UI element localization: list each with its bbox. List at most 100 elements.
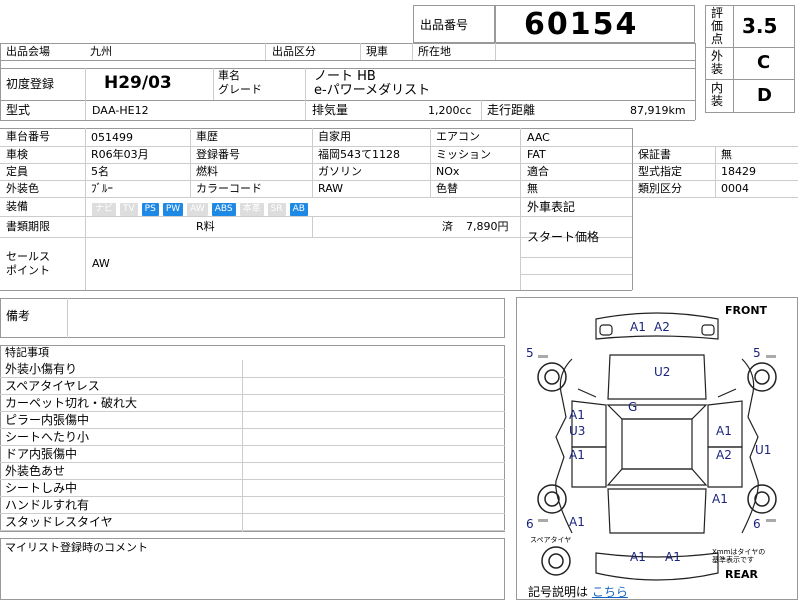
color-value: ﾌﾞﾙｰ: [91, 182, 113, 195]
venue-label: 出品会場: [6, 45, 50, 58]
fuel-value: ガソリン: [318, 165, 362, 178]
capacity-value: 5名: [91, 165, 109, 178]
r-fee-status: 済: [442, 220, 453, 233]
interior-value: D: [757, 85, 772, 106]
front-label: FRONT: [725, 304, 768, 317]
equipment-badge: PW: [162, 203, 184, 216]
ann-front-1: A1: [630, 320, 646, 334]
ann-roof: G: [628, 400, 638, 414]
type-designation-label: 型式指定: [638, 165, 682, 178]
special-item: 外装色あせ: [5, 464, 66, 478]
remarks-label: 備考: [6, 309, 31, 323]
foreign-label: 外車表記: [527, 200, 576, 214]
score-value: 3.5: [742, 14, 778, 38]
ann-tire-rl: 6: [526, 517, 534, 531]
mileage-value: 87,919km: [630, 104, 686, 117]
ann-right-side: U1: [755, 443, 772, 457]
ann-rr-door: A2: [716, 448, 732, 462]
warranty-value: 無: [721, 148, 732, 161]
class-label: 類別区分: [638, 182, 682, 195]
plate-value: 福岡543て1128: [318, 148, 400, 161]
equipment-label: 装備: [6, 200, 28, 213]
color-code-label: カラーコード: [196, 182, 262, 195]
reg-value: H29/03: [104, 73, 172, 93]
legend-link[interactable]: こちら: [592, 585, 628, 599]
r-fee-value: 7,890円: [466, 220, 509, 233]
start-price-label: スタート価格: [527, 230, 600, 244]
equipment-badge: SR: [267, 203, 286, 216]
history-label: 車歴: [196, 130, 218, 143]
special-item: ドア内張傷中: [5, 447, 78, 461]
special-item: カーペット切れ・破れ大: [5, 396, 138, 410]
special-item: スタッドレスタイヤ: [5, 515, 113, 529]
equipment-badge: PS: [141, 203, 159, 216]
sales-point-value: AW: [92, 257, 110, 270]
ann-rear-2: A1: [665, 550, 681, 564]
equipment-badge: ABS: [211, 203, 236, 216]
type-designation-value: 18429: [721, 165, 756, 178]
spare-tire-label: スペアタイヤ: [530, 536, 572, 544]
nox-label: NOx: [436, 165, 460, 178]
fuel-label: 燃料: [196, 165, 218, 178]
special-item: シートしみ中: [5, 481, 78, 495]
legend-text: 記号説明は こちら: [528, 585, 628, 599]
color-label: 外装色: [6, 182, 39, 195]
ann-hood: U2: [654, 365, 671, 379]
model-label: 型式: [6, 103, 31, 117]
ann-rear-1: A1: [630, 550, 646, 564]
equipment-badge: AW: [187, 203, 208, 216]
transmission-value: FAT: [527, 148, 546, 161]
special-label: 特記事項: [5, 346, 49, 359]
inspection-label: 車検: [6, 148, 28, 161]
grade-label: グレード: [218, 83, 262, 96]
ann-tire-rr: 6: [753, 517, 761, 531]
equipment-badge: 本革: [239, 203, 264, 216]
ac-value: AAC: [527, 131, 550, 144]
special-item: スペアタイヤレス: [5, 379, 100, 393]
category-value: 現車: [366, 45, 388, 58]
displacement-value: 1,200cc: [428, 104, 472, 117]
category-label: 出品区分: [272, 45, 316, 58]
lot-number-value: 60154: [524, 7, 639, 42]
reg-label: 初度登録: [6, 77, 55, 91]
equipment-list: ナビ TV PS PW AW ABS 本革 SR AB: [92, 201, 312, 216]
repaint-value: 無: [527, 182, 538, 195]
equipment-badge: ナビ: [92, 203, 117, 216]
ann-rr-quarter: A1: [712, 492, 728, 506]
interior-label: 内装: [711, 81, 724, 108]
name-value: ノート HB: [314, 69, 376, 84]
mileage-label: 走行距離: [487, 103, 536, 117]
inspection-value: R06年03月: [91, 148, 149, 161]
ann-tire-fl: 5: [526, 346, 534, 360]
equipment-badge: TV: [120, 203, 138, 216]
special-item: 外装小傷有り: [5, 362, 78, 376]
tire-note-label: Xmmはタイヤの 基準表示です: [712, 548, 766, 564]
ann-lf-door-2: U3: [569, 424, 586, 438]
lot-number-label: 出品番号: [420, 18, 469, 32]
sales-point-label: セールス ポイント: [6, 250, 50, 277]
ac-label: エアコン: [436, 130, 480, 143]
documents-label: 書類期限: [6, 220, 50, 233]
ann-lr-door: A1: [569, 448, 585, 462]
location-label: 所在地: [418, 45, 451, 58]
repaint-label: 色替: [436, 182, 458, 195]
chassis-value: 051499: [91, 131, 133, 144]
grade-value: e-パワーメダリスト: [314, 83, 431, 98]
remarks-box: [0, 298, 505, 338]
exterior-label: 外装: [711, 49, 724, 76]
r-fee-label: R料: [196, 220, 215, 233]
model-value: DAA-HE12: [92, 104, 149, 117]
equipment-badge: AB: [289, 203, 308, 216]
special-item: ピラー内張傷中: [5, 413, 90, 427]
ann-lf-door-1: A1: [569, 408, 585, 422]
ann-rf-door: A1: [716, 424, 732, 438]
displacement-label: 排気量: [312, 103, 349, 117]
nox-value: 適合: [527, 165, 549, 178]
chassis-label: 車台番号: [6, 130, 50, 143]
special-item: シートへたり小: [5, 430, 90, 444]
ann-tire-fr: 5: [753, 346, 761, 360]
venue-value: 九州: [90, 45, 112, 58]
ann-front-2: A2: [654, 320, 670, 334]
plate-label: 登録番号: [196, 148, 240, 161]
ann-lr-quarter: A1: [569, 515, 585, 529]
